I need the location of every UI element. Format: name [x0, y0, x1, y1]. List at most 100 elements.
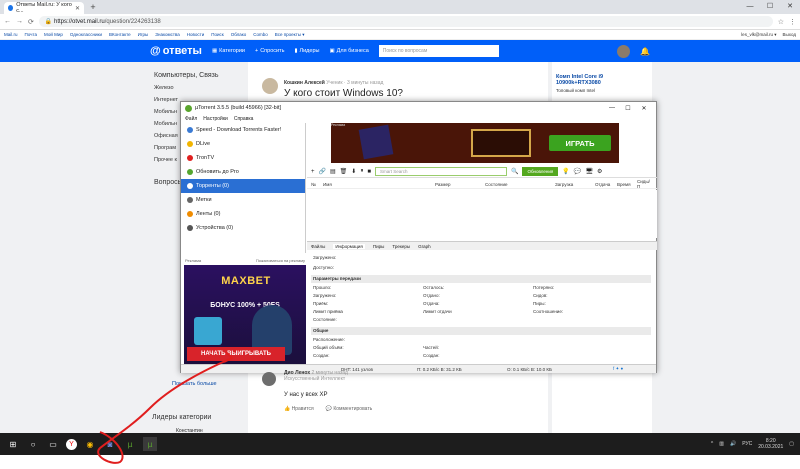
close-tab-icon[interactable]: ✕ — [75, 5, 80, 12]
search-icon[interactable]: 🔍 — [511, 168, 518, 175]
add-link-icon[interactable]: 🔗 — [319, 168, 326, 175]
volume-icon[interactable]: 🔊 — [730, 441, 736, 447]
top-banner-ad[interactable]: ИГРАТЬ — [331, 123, 619, 163]
tab-graph[interactable]: Graph — [418, 244, 431, 249]
bookmark-link[interactable]: Облако — [231, 32, 247, 37]
bulb-icon[interactable]: 💡 — [562, 168, 569, 175]
ut-sidebar-item[interactable]: Метки — [181, 193, 305, 207]
language-indicator[interactable]: РУС — [742, 441, 752, 447]
forward-icon[interactable]: → — [16, 18, 23, 25]
yandex-browser-icon[interactable]: Y — [66, 438, 77, 450]
chevron-up-icon[interactable]: ^ — [711, 441, 713, 447]
banner-play-button[interactable]: ИГРАТЬ — [549, 135, 611, 151]
discord-icon[interactable]: ◙ — [103, 437, 117, 451]
column-header[interactable]: Размер — [431, 182, 481, 187]
browser-tab[interactable]: Ответы Mail.ru: У кого с... ✕ — [4, 2, 84, 14]
show-more-link[interactable]: Показать больше — [172, 381, 217, 387]
monitor-icon[interactable]: 🖥 — [585, 168, 593, 175]
menu-help[interactable]: Справка — [234, 116, 254, 122]
bookmark-link[interactable]: Мой Мир — [44, 32, 63, 37]
nav-leaders[interactable]: ▮ Лидеры — [294, 48, 319, 54]
tab-trackers[interactable]: Трекеры — [392, 244, 410, 249]
ut-sidebar-item[interactable]: Ленты (0) — [181, 207, 305, 221]
notifications-icon[interactable]: ▢ — [789, 441, 794, 447]
tab-info[interactable]: Информация — [333, 243, 365, 249]
column-header[interactable]: Отдача — [591, 182, 613, 187]
url-field[interactable]: 🔒 https://otvet.mail.ru/question/2242631… — [38, 16, 773, 27]
bookmark-link[interactable]: Почта — [25, 32, 38, 37]
ut-sidebar-item[interactable]: TronTV — [181, 151, 305, 165]
download-icon[interactable]: ⬇ — [351, 168, 356, 175]
comment-button[interactable]: 💬 Комментировать — [326, 406, 373, 412]
close-window-icon[interactable]: ✕ — [780, 0, 800, 14]
like-button[interactable]: 👍 Нравится — [284, 406, 314, 412]
search-icon[interactable]: ○ — [26, 437, 40, 451]
social-icons[interactable]: f ✦ ● — [613, 366, 623, 372]
column-header[interactable]: Загрузка — [551, 182, 591, 187]
category-item[interactable]: Железо — [154, 85, 245, 91]
network-icon[interactable]: ▥ — [719, 441, 724, 447]
ut-close-icon[interactable]: ✕ — [636, 105, 652, 112]
nav-ask[interactable]: + Спросить — [255, 48, 285, 54]
gear-icon[interactable]: ⚙ — [597, 168, 602, 175]
create-torrent-icon[interactable]: ▤ — [330, 168, 336, 175]
logout-link[interactable]: Выход — [783, 32, 796, 38]
report-ad-link[interactable]: Пожаловаться на рекламу — [256, 258, 305, 263]
commenter-avatar[interactable] — [262, 372, 276, 386]
ut-sidebar-item[interactable]: Устройства (0) — [181, 221, 305, 235]
ut-sidebar-item[interactable]: Обновить до Pro — [181, 165, 305, 179]
nav-business[interactable]: ▣ Для бизнеса — [329, 48, 368, 54]
author-avatar[interactable] — [262, 78, 278, 94]
nav-categories[interactable]: ▦ Категории — [212, 48, 245, 54]
bookmark-link[interactable]: Mail.ru — [4, 32, 18, 37]
user-avatar[interactable] — [617, 44, 631, 58]
reload-icon[interactable]: ⟳ — [28, 18, 34, 26]
pause-icon[interactable]: ⏸ — [360, 168, 363, 175]
stop-icon[interactable]: ■ — [367, 169, 371, 175]
ad-start-winning-button[interactable]: НАЧАТЬ ВЫИГРЫВАТЬ — [187, 347, 285, 361]
casino-ad[interactable]: MAXBET БОНУС 100% + 50FS НАЧАТЬ ВЫИГРЫВА… — [184, 265, 306, 369]
bookmark-link[interactable]: Игры — [138, 32, 149, 37]
torrent-list[interactable] — [307, 190, 657, 238]
ut-sidebar-item[interactable]: Speed - Download Torrents Faster! — [181, 123, 305, 137]
star-icon[interactable]: ☆ — [778, 18, 784, 26]
utorrent-taskbar-icon[interactable]: µ — [123, 437, 137, 451]
tab-files[interactable]: Файлы — [311, 244, 325, 249]
menu-file[interactable]: Файл — [185, 116, 197, 122]
ut-sidebar-item[interactable]: Торренты (0) — [181, 179, 305, 193]
column-header[interactable]: Сиды/П — [633, 179, 653, 189]
back-icon[interactable]: ← — [4, 18, 11, 25]
menu-settings[interactable]: Настройки — [203, 116, 228, 122]
minimize-icon[interactable]: — — [740, 0, 760, 14]
bookmark-link[interactable]: Combo — [253, 32, 268, 37]
author-name[interactable]: Кошкин Алексей — [284, 80, 325, 86]
account-email[interactable]: les_vlk@mail.ru ▾ — [741, 32, 776, 38]
updates-button[interactable]: Обновления — [522, 167, 559, 176]
column-header[interactable]: Состояние — [481, 182, 551, 187]
bookmark-link[interactable]: Поиск — [211, 32, 223, 37]
column-header[interactable]: Время — [613, 182, 633, 187]
chat-icon[interactable]: 💬 — [574, 168, 581, 175]
otvety-logo[interactable]: @ ответы — [150, 45, 202, 57]
bookmark-link[interactable]: Все проекты ▾ — [275, 32, 305, 38]
add-torrent-icon[interactable]: + — [311, 169, 315, 175]
ut-maximize-icon[interactable]: ☐ — [620, 105, 636, 112]
ut-minimize-icon[interactable]: — — [604, 105, 620, 112]
utorrent-active-taskbar-icon[interactable]: µ — [143, 437, 157, 451]
column-header[interactable]: Имя — [319, 182, 431, 187]
taskview-icon[interactable]: ▭ — [46, 437, 60, 451]
delete-icon[interactable]: 🗑 — [340, 168, 348, 175]
maximize-icon[interactable]: ☐ — [760, 0, 780, 14]
chrome-icon[interactable]: ◉ — [83, 437, 97, 451]
windows-start-icon[interactable]: ⊞ — [6, 437, 20, 451]
bookmark-link[interactable]: ВКонтакте — [109, 32, 131, 37]
bookmark-link[interactable]: Одноклассники — [70, 32, 102, 37]
clock[interactable]: 8:20 20.03.2021 — [758, 438, 783, 450]
new-tab-button[interactable]: + — [88, 2, 98, 12]
bell-icon[interactable]: 🔔 — [640, 47, 650, 56]
right-ad[interactable]: Комп Intel Core i9 10900k+RTX3080 Топовый… — [556, 74, 646, 93]
menu-dots-icon[interactable]: ⋮ — [789, 18, 796, 26]
column-header[interactable]: № — [307, 182, 319, 187]
bookmark-link[interactable]: Новости — [187, 32, 204, 37]
question-search-input[interactable]: Поиск по вопросам — [378, 45, 499, 57]
